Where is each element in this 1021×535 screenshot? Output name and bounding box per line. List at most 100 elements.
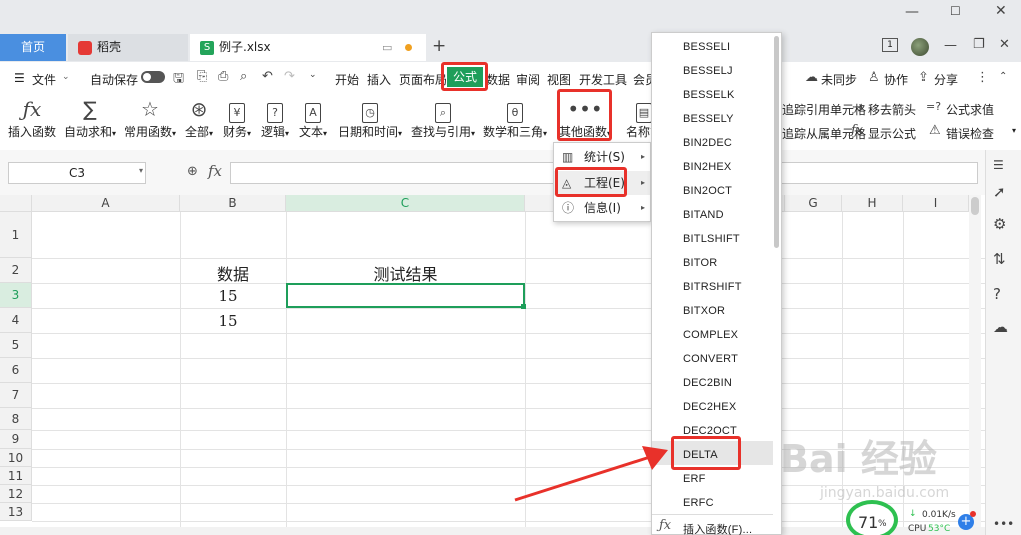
more-menu-icon[interactable]: ⋮ xyxy=(976,70,989,85)
lookup-button[interactable]: ⌕ 查找与引用▾ xyxy=(411,98,475,140)
cloud-icon[interactable]: ☁ xyxy=(993,318,1008,336)
share-button[interactable]: 分享 xyxy=(934,71,958,88)
name-box[interactable]: C3 xyxy=(8,162,146,184)
menu-insert[interactable]: 插入 xyxy=(367,71,391,88)
settings-sliders-icon[interactable]: ⚙ xyxy=(993,215,1006,233)
save-icon[interactable]: 🖫 xyxy=(173,69,184,91)
col-header-c[interactable]: C xyxy=(286,195,525,212)
menu-view[interactable]: 视图 xyxy=(547,71,571,88)
function-item[interactable]: ERF xyxy=(683,473,706,485)
cursor-icon[interactable]: ➚ xyxy=(993,183,1006,201)
function-list-scrollbar[interactable] xyxy=(774,36,779,248)
logic-button[interactable]: ? 逻辑▾ xyxy=(261,98,289,140)
collab-button[interactable]: 协作 xyxy=(884,71,908,88)
insert-function-button[interactable]: ƒx 插入函数 xyxy=(8,98,56,140)
function-item[interactable]: ERFC xyxy=(683,497,714,509)
menu-data[interactable]: 数据 xyxy=(486,71,510,88)
window-close-button[interactable]: ✕ xyxy=(995,3,1007,19)
common-functions-button[interactable]: ☆ 常用函数▾ xyxy=(124,98,176,140)
function-item[interactable]: BITXOR xyxy=(683,305,725,317)
new-tab-button[interactable]: + xyxy=(432,36,446,56)
menu-item-statistics[interactable]: ▥ 统计(S) ▸ xyxy=(554,145,650,169)
restore-icon[interactable]: ❐ xyxy=(973,37,985,52)
function-item[interactable]: BIN2DEC xyxy=(683,137,732,149)
row-header-1[interactable]: 1 xyxy=(0,212,32,258)
function-item[interactable]: BIN2OCT xyxy=(683,185,732,197)
math-button[interactable]: θ 数学和三角▾ xyxy=(483,98,547,140)
function-item[interactable]: BITAND xyxy=(683,209,724,221)
row-header-10[interactable]: 10 xyxy=(0,449,32,467)
vertical-scrollbar[interactable] xyxy=(969,195,981,527)
chevron-down-icon[interactable]: ⌄ xyxy=(62,72,70,82)
minimize-small-icon[interactable]: — xyxy=(944,38,957,53)
menu-review[interactable]: 审阅 xyxy=(516,71,540,88)
fill-handle[interactable] xyxy=(521,304,526,309)
export-icon[interactable]: ⎘ xyxy=(197,69,207,84)
collapse-ribbon-icon[interactable]: ⌃ xyxy=(999,71,1007,82)
col-header-g[interactable]: G xyxy=(785,195,842,212)
row-header-11[interactable]: 11 xyxy=(0,467,32,485)
menu-item-info[interactable]: ⓘ 信息(I) ▸ xyxy=(554,196,650,220)
row-header-7[interactable]: 7 xyxy=(0,383,32,408)
text-button[interactable]: A 文本▾ xyxy=(299,98,327,140)
col-header-h[interactable]: H xyxy=(842,195,903,212)
vertical-scroll-thumb[interactable] xyxy=(971,197,979,215)
more-chevron-icon[interactable]: ⌄ xyxy=(309,70,317,80)
select-all-corner[interactable] xyxy=(0,195,32,212)
redo-icon[interactable]: ↷ xyxy=(284,69,295,84)
window-count-badge[interactable]: 1 xyxy=(882,38,898,52)
menu-developer[interactable]: 开发工具 xyxy=(579,71,627,88)
function-item[interactable]: BITOR xyxy=(683,257,717,269)
sheet-tab-bar[interactable] xyxy=(0,527,985,535)
row-header-12[interactable]: 12 xyxy=(0,485,32,503)
help-icon[interactable]: ? xyxy=(993,285,1001,303)
row-header-8[interactable]: 8 xyxy=(0,408,32,430)
window-maximize-button[interactable]: ☐ xyxy=(950,4,961,18)
error-check-chevron-icon[interactable]: ▾ xyxy=(1012,126,1016,135)
more-dots-icon[interactable]: ••• xyxy=(993,517,1014,531)
function-item[interactable]: BESSELJ xyxy=(683,65,733,77)
col-header-b[interactable]: B xyxy=(180,195,286,212)
function-item[interactable]: BITRSHIFT xyxy=(683,281,742,293)
function-item[interactable]: DEC2HEX xyxy=(683,401,736,413)
function-item[interactable]: BESSELY xyxy=(683,113,734,125)
menu-start[interactable]: 开始 xyxy=(335,71,359,88)
selected-cell-c3[interactable] xyxy=(286,283,525,308)
function-item[interactable]: COMPLEX xyxy=(683,329,738,341)
function-item[interactable]: BESSELI xyxy=(683,41,730,53)
datetime-button[interactable]: ◷ 日期和时间▾ xyxy=(338,98,402,140)
menu-page-layout[interactable]: 页面布局 xyxy=(399,71,447,88)
tab-daoke[interactable]: 稻壳 xyxy=(68,34,188,61)
transfer-icon[interactable]: ⇅ xyxy=(993,250,1006,268)
preview-icon[interactable]: ⌕ xyxy=(240,69,247,84)
name-box-dropdown-icon[interactable]: ▾ xyxy=(139,166,143,175)
tab-home[interactable]: 首页 xyxy=(0,34,66,61)
col-header-i[interactable]: I xyxy=(903,195,969,212)
show-formulas[interactable]: 显示公式 xyxy=(868,125,916,142)
sync-status[interactable]: 未同步 xyxy=(821,71,857,88)
fx-button[interactable]: fx xyxy=(208,162,222,180)
file-menu[interactable]: 文件 xyxy=(32,71,56,88)
row-header-9[interactable]: 9 xyxy=(0,430,32,449)
row-header-3[interactable]: 3 xyxy=(0,283,32,308)
autosum-button[interactable]: ∑ 自动求和▾ xyxy=(64,98,116,140)
avatar[interactable] xyxy=(911,38,929,56)
cell-b2[interactable]: 数据 xyxy=(180,261,286,285)
finance-button[interactable]: ¥ 财务▾ xyxy=(223,98,251,140)
row-header-4[interactable]: 4 xyxy=(0,308,32,333)
function-item[interactable]: BESSELK xyxy=(683,89,735,101)
autosave-toggle[interactable] xyxy=(141,71,165,83)
function-item[interactable]: DEC2BIN xyxy=(683,377,732,389)
zoom-search-icon[interactable]: ⊕ xyxy=(187,164,198,179)
cell-c2[interactable]: 测试结果 xyxy=(286,261,525,285)
print-icon[interactable]: ⎙ xyxy=(218,69,228,84)
hamburger-icon[interactable]: ☰ xyxy=(14,71,25,85)
function-item[interactable]: BITLSHIFT xyxy=(683,233,740,245)
row-header-13[interactable]: 13 xyxy=(0,503,32,521)
evaluate-formula[interactable]: 公式求值 xyxy=(946,101,994,118)
function-item[interactable]: CONVERT xyxy=(683,353,738,365)
close-doc-icon[interactable]: ✕ xyxy=(999,37,1010,52)
error-checking[interactable]: 错误检查 xyxy=(946,125,994,142)
undo-icon[interactable]: ↶ xyxy=(262,69,273,84)
function-item[interactable]: BIN2HEX xyxy=(683,161,731,173)
